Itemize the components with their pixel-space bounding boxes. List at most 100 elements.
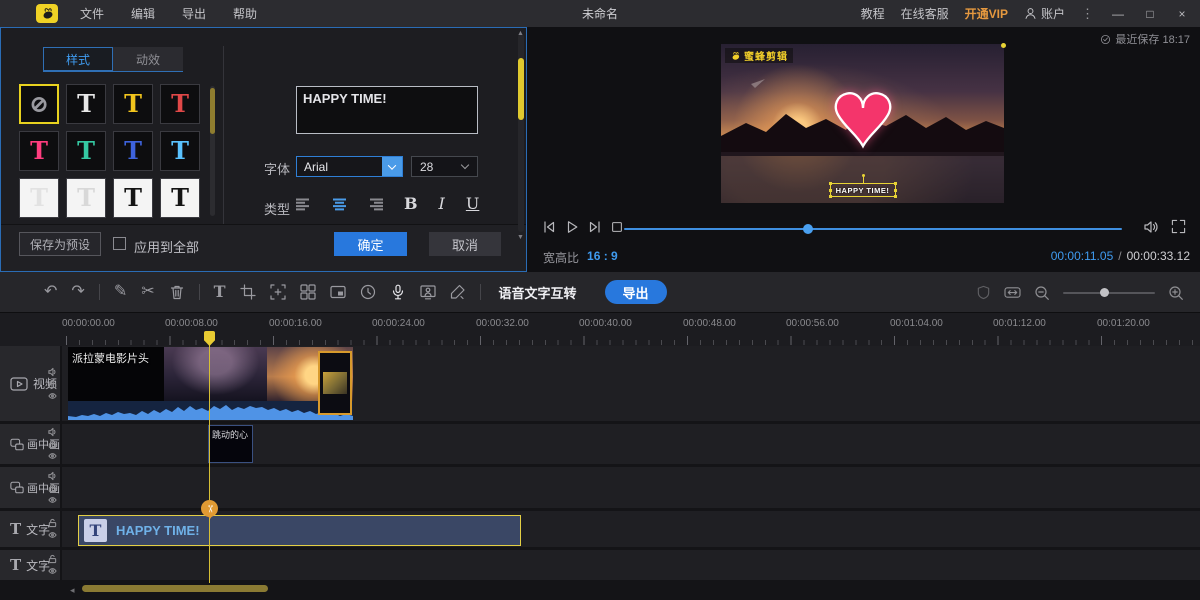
align-right-button[interactable] [368,198,383,211]
mosaic-grid-icon[interactable] [300,284,316,300]
video-track-lane[interactable]: 派拉蒙电影片头 [62,346,1200,421]
cancel-button[interactable]: 取消 [429,232,501,256]
menu-help[interactable]: 帮助 [233,5,257,22]
timeline-ruler[interactable]: 00:00:00.00 00:00:08.00 00:00:16.00 00:0… [0,313,1200,346]
timeline-hscrollbar[interactable] [82,585,268,592]
menu-export[interactable]: 导出 [182,5,206,22]
track-visibility-icon[interactable] [48,452,57,461]
track-mute-icon[interactable] [48,367,57,376]
speech-to-text-button[interactable]: 语音文字互转 [499,283,577,302]
bold-button[interactable]: B [404,196,418,212]
crop-icon[interactable] [240,284,256,300]
panel-scrollbar[interactable] [518,34,524,232]
tab-style[interactable]: 样式 [43,47,113,71]
style-tile[interactable]: T [66,84,106,124]
confirm-button[interactable]: 确定 [334,232,407,256]
pip-track-1-lane[interactable]: 跳动的心 [62,424,1200,464]
style-tile[interactable]: T [160,131,200,171]
style-tile[interactable]: T [113,131,153,171]
italic-button[interactable]: I [439,196,445,212]
style-tile[interactable]: T [160,178,200,218]
align-left-button[interactable] [296,198,311,211]
preview-progress-thumb[interactable] [803,224,813,234]
menu-file[interactable]: 文件 [80,5,104,22]
scroll-up-icon[interactable]: ▲ [517,30,524,37]
frame-corner-handle[interactable] [1001,43,1006,48]
style-tile[interactable]: T [19,131,59,171]
screen-record-icon[interactable] [420,284,436,300]
underline-button[interactable]: U [466,196,479,212]
style-tile[interactable]: T [66,178,106,218]
aspect-ratio-value[interactable]: 16 : 9 [587,249,618,266]
zoom-out-icon[interactable] [1034,285,1050,301]
track-visibility-icon[interactable] [48,567,57,576]
track-lock-icon[interactable] [48,483,57,492]
track-lock-icon[interactable] [48,555,57,564]
split-scissors-icon[interactable]: ✂ [141,284,154,300]
caption-text-input[interactable]: HAPPY TIME! [296,86,478,134]
text-track-1-lane[interactable]: T HAPPY TIME! [62,511,1200,547]
style-tile[interactable]: T [113,84,153,124]
app-logo-bee-icon[interactable] [36,4,58,23]
fit-timeline-icon[interactable] [1004,285,1021,300]
account-button[interactable]: 账户 [1024,5,1065,22]
pip-clip[interactable]: 跳动的心 [208,425,253,463]
style-tile[interactable]: T [66,131,106,171]
zoom-region-icon[interactable] [270,284,286,300]
text-overlay-selection[interactable]: HAPPY TIME! [830,183,896,197]
font-select[interactable]: Arial [296,156,403,177]
track-mute-icon[interactable] [48,428,57,437]
track-visibility-icon[interactable] [48,531,57,540]
zoom-in-icon[interactable] [1168,285,1184,301]
export-button[interactable]: 导出 [605,280,667,304]
align-center-button[interactable] [332,198,347,211]
style-tile-none[interactable]: ⊘ [19,84,59,124]
track-visibility-icon[interactable] [48,495,57,504]
support-link[interactable]: 在线客服 [901,5,949,22]
tutorial-link[interactable]: 教程 [861,5,885,22]
playhead-line[interactable] [209,331,210,583]
pip-track-1-header[interactable]: 画中画 [0,424,60,464]
style-tile[interactable]: T [19,178,59,218]
style-grid-scrollbar[interactable] [210,86,215,216]
text-track-2-lane[interactable] [62,550,1200,580]
next-frame-button[interactable] [587,219,603,235]
video-clip[interactable]: 派拉蒙电影片头 [68,347,353,420]
split-at-playhead-button[interactable]: ✂ [201,500,218,517]
overlay-element-thumb[interactable] [318,351,352,415]
redo-icon[interactable]: ↷ [71,284,84,300]
play-button[interactable] [564,219,580,235]
video-track-header[interactable]: 视频 [0,346,60,421]
vip-link[interactable]: 开通VIP [965,5,1008,22]
marker-shield-icon[interactable] [976,285,991,300]
heart-element[interactable] [823,86,903,156]
maximize-button[interactable]: □ [1142,7,1158,21]
video-canvas[interactable]: 蜜蜂剪辑 HAPPY TIME! [721,44,1004,203]
prev-frame-button[interactable] [541,219,557,235]
apply-all-checkbox[interactable] [113,237,126,250]
save-preset-button[interactable]: 保存为预设 [19,232,101,256]
text-track-1-header[interactable]: T 文字 [0,511,60,547]
track-lock-icon[interactable] [48,379,57,388]
delete-trash-icon[interactable] [169,284,185,300]
fullscreen-icon[interactable] [1171,219,1186,234]
track-visibility-icon[interactable] [48,391,57,400]
track-lock-icon[interactable] [48,519,57,528]
text-clip-selected[interactable]: T HAPPY TIME! [78,515,521,546]
timeline-zoom-thumb[interactable] [1100,288,1109,297]
pip-track-2-lane[interactable] [62,467,1200,508]
scroll-left-icon[interactable]: ◂ [70,585,75,596]
text-track-2-header[interactable]: T 文字 [0,550,60,580]
pip-overlay-icon[interactable] [330,284,346,300]
undo-icon[interactable]: ↶ [44,284,57,300]
stop-button[interactable] [610,220,624,234]
pip-track-2-header[interactable]: 画中画 [0,467,60,508]
more-menu-icon[interactable]: ⋮ [1081,6,1094,22]
tab-animation[interactable]: 动效 [113,47,183,71]
style-tile[interactable]: T [113,178,153,218]
edit-pencil-icon[interactable]: ✎ [114,284,127,300]
record-mic-icon[interactable] [390,284,406,300]
track-mute-icon[interactable] [48,471,57,480]
style-tile[interactable]: T [160,84,200,124]
volume-icon[interactable] [1143,219,1159,235]
